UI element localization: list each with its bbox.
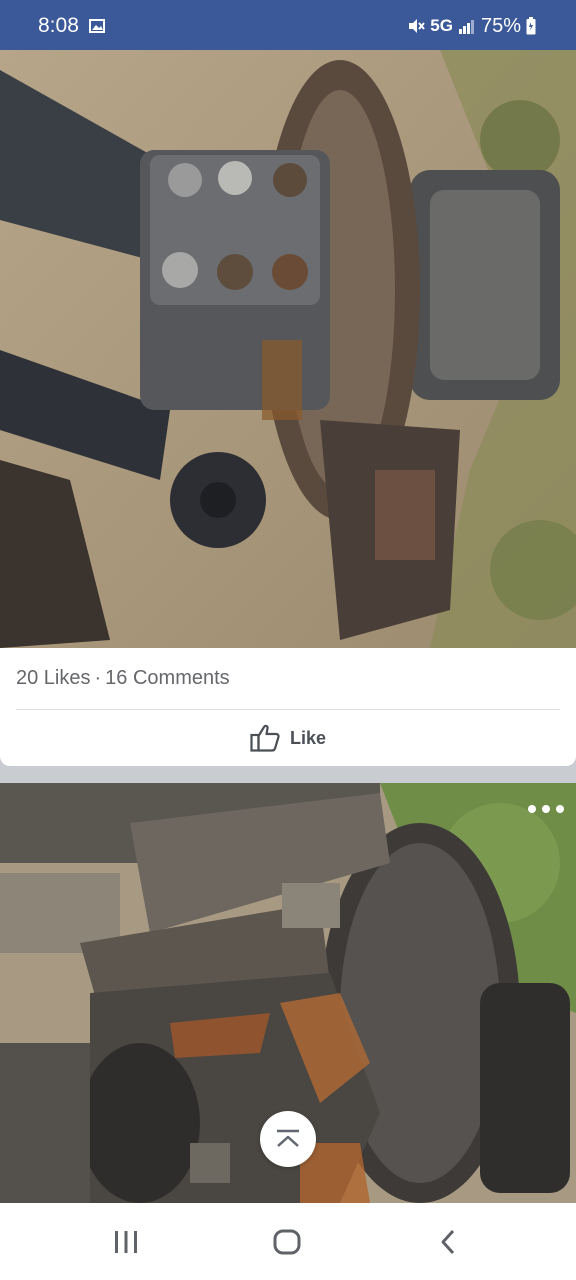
gallery-icon bbox=[89, 19, 105, 33]
recent-apps-icon bbox=[115, 1231, 137, 1253]
more-options-icon[interactable] bbox=[526, 803, 566, 815]
battery-icon bbox=[526, 17, 536, 35]
mute-icon bbox=[409, 19, 426, 33]
likes-count[interactable]: 20 Likes bbox=[16, 667, 91, 689]
like-button[interactable]: Like bbox=[0, 710, 576, 766]
home-button[interactable] bbox=[267, 1227, 307, 1257]
signal-icon bbox=[458, 20, 474, 34]
home-icon bbox=[273, 1229, 301, 1255]
scroll-to-top-icon bbox=[277, 1129, 299, 1147]
reaction-summary[interactable]: 20 Likes · 16 Comments bbox=[16, 667, 230, 690]
status-time: 8:08 bbox=[38, 14, 79, 37]
comments-count[interactable]: 16 Comments bbox=[105, 667, 230, 689]
back-icon bbox=[441, 1229, 455, 1255]
status-icons: 5G 75% bbox=[407, 15, 536, 37]
back-button[interactable] bbox=[428, 1227, 468, 1257]
recent-apps-button[interactable] bbox=[106, 1227, 146, 1257]
post-photo-1[interactable] bbox=[0, 50, 576, 648]
scroll-to-top-button[interactable] bbox=[260, 1111, 316, 1167]
navigation-bar bbox=[0, 1203, 576, 1280]
post-footer: 20 Likes · 16 Comments Like bbox=[0, 648, 576, 766]
separator-dot: · bbox=[94, 667, 102, 689]
status-bar: 8:08 5G 75% bbox=[0, 0, 576, 50]
photo-1-image bbox=[0, 50, 576, 648]
thumbs-up-icon bbox=[250, 724, 280, 752]
battery-percent: 75% bbox=[480, 14, 521, 37]
network-label: 5G bbox=[430, 16, 453, 35]
like-label: Like bbox=[289, 727, 327, 748]
